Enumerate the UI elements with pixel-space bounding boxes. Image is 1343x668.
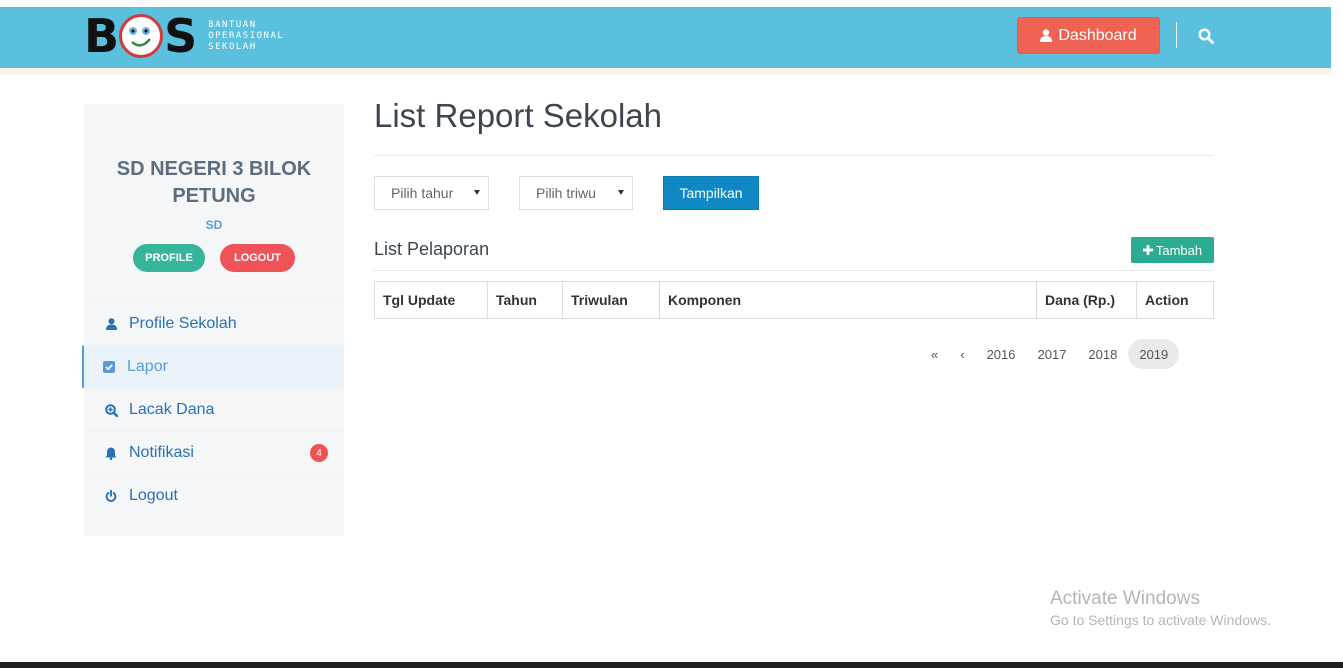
logo-mark: B S [84,9,197,63]
sidebar-item-label: Lacak Dana [129,401,215,418]
zoom-in-icon [104,403,118,417]
sidebar-item-label: Logout [129,487,178,504]
school-type: SD [205,218,223,232]
sidebar-item-label: Notifikasi [129,444,194,461]
navbar-divider [1176,22,1177,48]
column-header[interactable]: Tahun [487,281,563,319]
list-title: List Pelaporan [374,239,490,259]
column-header[interactable]: Dana (Rp.) [1036,281,1137,319]
sidebar-item-logout[interactable]: Logout [84,474,344,517]
activate-windows-title: Activate Windows [1050,588,1200,609]
dashboard-button[interactable]: Dashboard [1017,17,1160,54]
pagination-page[interactable]: 2018 [1077,339,1128,369]
sidebar: SD NEGERI 3 BILOK PETUNG SD PROFILE LOGO… [82,104,344,536]
year-select-value: Pilih tahur [391,185,454,201]
notification-badge: 4 [310,444,328,462]
pagination-prev[interactable]: ‹ [949,339,975,369]
column-header[interactable]: Action [1136,281,1214,319]
logo-face-icon [119,14,164,58]
sidebar-item-profile-sekolah[interactable]: Profile Sekolah [84,302,344,345]
user-icon [1040,29,1053,42]
sidebar-item-lapor[interactable]: Lapor [82,345,344,388]
dashboard-label: Dashboard [1058,26,1137,44]
profile-button[interactable]: PROFILE [133,244,205,272]
school-name: SD NEGERI 3 BILOK PETUNG [116,158,312,207]
quarter-select-value: Pilih triwu [536,185,596,201]
page-title: List Report Sekolah [374,97,662,134]
sidebar-item-label: Lapor [127,358,168,375]
report-table: Tgl Update Tahun Triwulan Komponen Dana … [374,281,1214,319]
search-icon[interactable] [1198,28,1214,44]
sidebar-item-lacak-dana[interactable]: Lacak Dana [84,388,344,431]
show-button[interactable]: Tampilkan [663,176,759,210]
add-button[interactable]: Tambah [1131,237,1214,263]
title-divider [374,155,1214,156]
taskbar-edge [0,662,1343,668]
sidebar-item-label: Profile Sekolah [129,315,237,332]
power-icon [104,489,118,503]
pagination: « ‹ 2016 2017 2018 2019 [920,339,1180,369]
column-header[interactable]: Tgl Update [374,281,488,319]
activate-windows-subtitle: Go to Settings to activate Windows. [1050,612,1271,628]
sidebar-menu: Profile Sekolah Lapor Lacak Dana Notifik… [82,302,344,517]
pagination-first[interactable]: « [920,339,949,369]
table-header-row: Tgl Update Tahun Triwulan Komponen Dana … [374,281,1214,319]
top-strip [0,0,1343,7]
sidebar-item-notifikasi[interactable]: Notifikasi 4 [84,431,344,474]
pagination-page[interactable]: 2016 [976,339,1027,369]
pagination-page[interactable]: 2017 [1027,339,1078,369]
caret-down-icon [474,190,480,195]
add-button-label: Tambah [1155,242,1203,258]
bos-logo[interactable]: B S BANTUAN OPERASIONAL SEKOLAH [84,9,285,63]
list-divider [374,270,1214,271]
logout-button[interactable]: LOGOUT [220,244,295,272]
logo-subtitle: BANTUAN OPERASIONAL SEKOLAH [208,19,285,52]
scrollbar[interactable] [1331,0,1343,668]
column-header[interactable]: Triwulan [562,281,660,319]
navbar-underline [0,68,1331,75]
bell-icon [104,446,118,460]
year-select[interactable]: Pilih tahur [374,176,489,210]
plus-icon [1142,245,1153,255]
checkbox-icon [102,360,116,374]
quarter-select[interactable]: Pilih triwu [519,176,633,210]
user-icon [104,317,118,331]
pagination-page-active[interactable]: 2019 [1128,339,1180,369]
caret-down-icon [618,190,624,195]
column-header[interactable]: Komponen [659,281,1037,319]
